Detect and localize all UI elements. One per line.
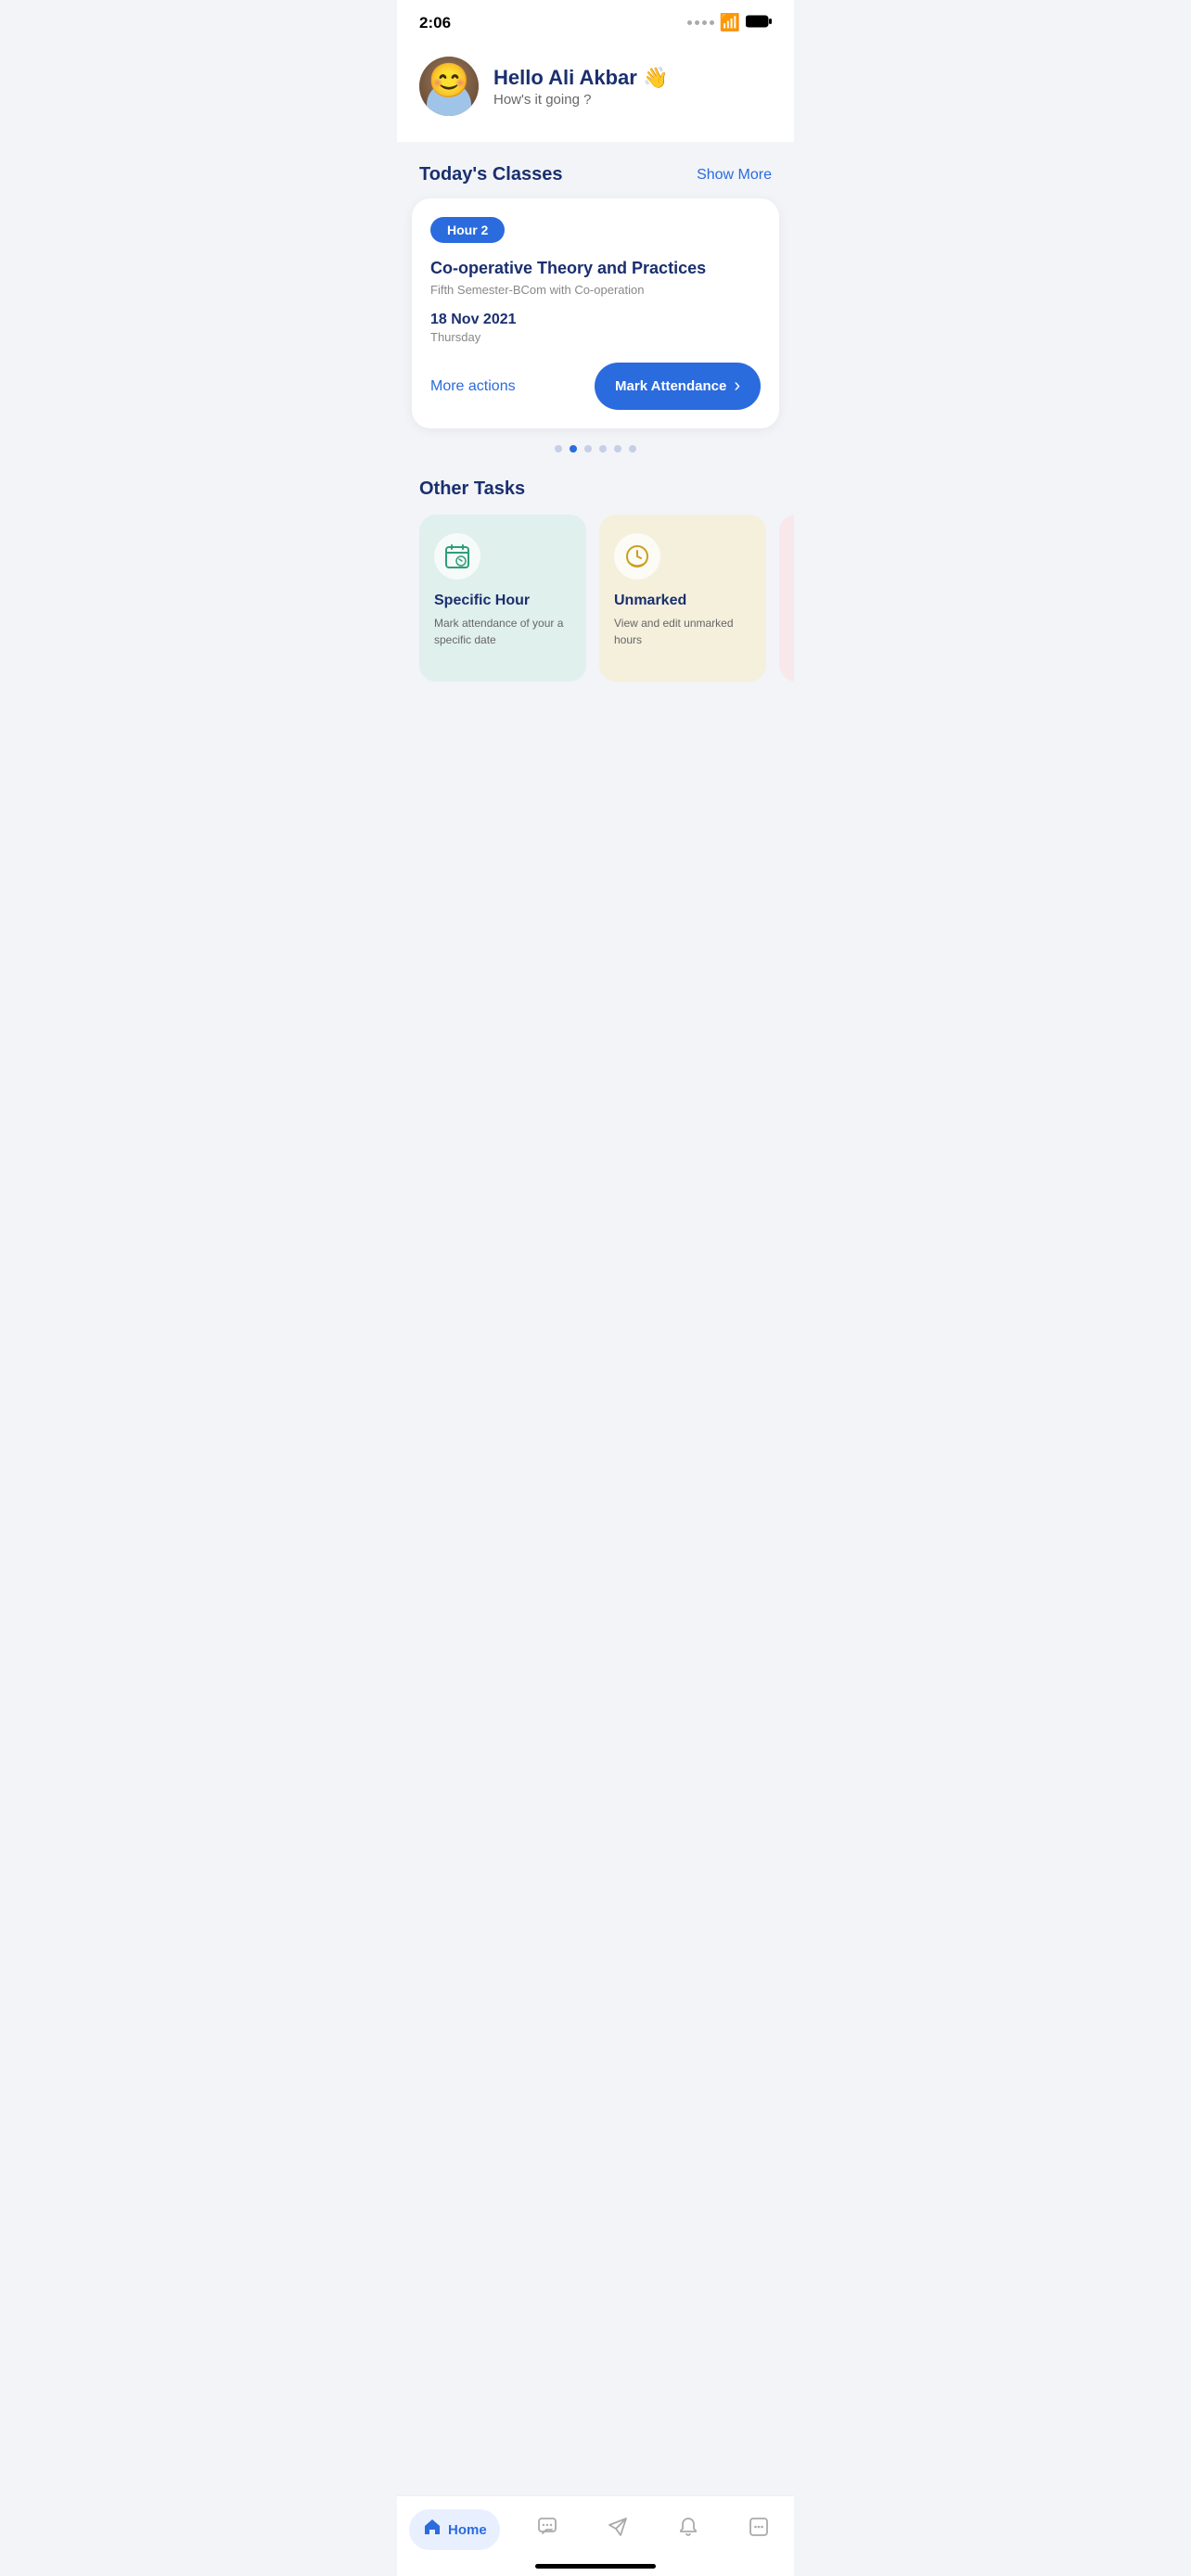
nav-more[interactable] xyxy=(736,2509,782,2550)
mark-attendance-button[interactable]: Mark Attendance xyxy=(595,363,761,410)
signal-icon xyxy=(687,20,714,25)
specific-hour-title: Specific Hour xyxy=(434,593,571,609)
tasks-scroll: Specific Hour Mark attendance of your a … xyxy=(397,515,794,704)
class-date: 18 Nov 2021 xyxy=(430,312,761,328)
other-tasks-section: Other Tasks Specific Hour Mark attendanc… xyxy=(397,460,794,704)
home-indicator xyxy=(535,2564,656,2569)
chat-icon xyxy=(537,2517,557,2543)
avatar-image xyxy=(419,57,479,116)
other-tasks-title: Other Tasks xyxy=(397,469,794,515)
greeting-text: Hello Ali Akbar 👋 How's it going ? xyxy=(493,66,668,108)
specific-hour-desc: Mark attendance of your a specific date xyxy=(434,615,571,648)
avatar xyxy=(419,57,479,116)
task-card-unmarked[interactable]: Unmarked View and edit unmarked hours xyxy=(599,515,766,682)
greeting-section: Hello Ali Akbar 👋 How's it going ? xyxy=(397,40,794,142)
dot-2[interactable] xyxy=(570,445,577,453)
status-bar: 2:06 📶 xyxy=(397,0,794,40)
task-card-adjust[interactable]: Adju Mark your a xyxy=(779,515,794,682)
class-day: Thursday xyxy=(430,330,761,344)
dot-4[interactable] xyxy=(599,445,607,453)
dot-3[interactable] xyxy=(584,445,592,453)
dot-6[interactable] xyxy=(629,445,636,453)
class-subtitle: Fifth Semester-BCom with Co-operation xyxy=(430,283,761,297)
bell-icon xyxy=(678,2517,698,2543)
main-content: Today's Classes Show More Hour 2 Co-oper… xyxy=(397,142,794,797)
todays-classes-header: Today's Classes Show More xyxy=(397,142,794,198)
unmarked-desc: View and edit unmarked hours xyxy=(614,615,751,648)
home-icon xyxy=(422,2517,442,2543)
show-more-button[interactable]: Show More xyxy=(697,167,772,184)
greeting-subtitle: How's it going ? xyxy=(493,92,668,108)
todays-classes-title: Today's Classes xyxy=(419,164,562,185)
status-icons: 📶 xyxy=(687,13,772,32)
dot-1[interactable] xyxy=(555,445,562,453)
nav-chat[interactable] xyxy=(524,2509,570,2550)
unmarked-icon xyxy=(614,533,660,580)
nav-send[interactable] xyxy=(595,2509,641,2550)
hour-badge: Hour 2 xyxy=(430,217,505,243)
pagination-dots xyxy=(397,428,794,460)
more-actions-button[interactable]: More actions xyxy=(430,378,516,395)
wifi-icon: 📶 xyxy=(720,13,740,32)
home-label: Home xyxy=(448,2522,487,2538)
card-actions: More actions Mark Attendance xyxy=(430,363,761,410)
battery-icon xyxy=(746,13,772,32)
class-name: Co-operative Theory and Practices xyxy=(430,258,761,279)
more-icon xyxy=(749,2517,769,2543)
greeting-name: Hello Ali Akbar 👋 xyxy=(493,66,668,90)
dot-5[interactable] xyxy=(614,445,621,453)
unmarked-title: Unmarked xyxy=(614,593,751,609)
nav-home[interactable]: Home xyxy=(409,2509,500,2550)
class-card-wrapper: Hour 2 Co-operative Theory and Practices… xyxy=(397,198,794,428)
specific-hour-icon xyxy=(434,533,480,580)
send-icon xyxy=(608,2517,628,2543)
nav-bell[interactable] xyxy=(665,2509,711,2550)
class-card: Hour 2 Co-operative Theory and Practices… xyxy=(412,198,779,428)
status-time: 2:06 xyxy=(419,14,451,32)
task-card-specific-hour[interactable]: Specific Hour Mark attendance of your a … xyxy=(419,515,586,682)
